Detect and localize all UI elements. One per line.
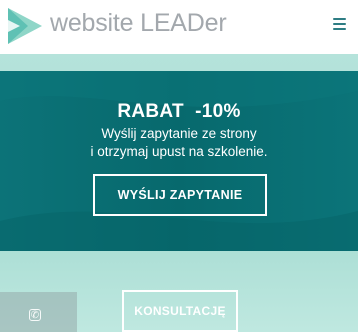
hamburger-menu-icon[interactable] bbox=[333, 18, 346, 30]
banner-wave-decoration bbox=[0, 71, 358, 251]
banner-text-line-1: Wyślij zapytanie ze strony bbox=[101, 126, 257, 141]
discount-banner: RABAT -10% Wyślij zapytanie ze strony i … bbox=[0, 71, 358, 251]
phone-icon[interactable]: ✆ bbox=[29, 309, 41, 321]
banner-title: RABAT -10% bbox=[117, 101, 241, 122]
logo-icon[interactable] bbox=[6, 6, 44, 46]
site-header: website LEADer bbox=[0, 0, 358, 54]
consultation-button[interactable]: KONSULTACJĘ bbox=[122, 290, 238, 332]
banner-text-line-2: i otrzymaj upust na szkolenie. bbox=[90, 144, 268, 159]
logo-text[interactable]: website LEADer bbox=[50, 9, 227, 38]
send-inquiry-button[interactable]: WYŚLIJ ZAPYTANIE bbox=[93, 174, 267, 216]
